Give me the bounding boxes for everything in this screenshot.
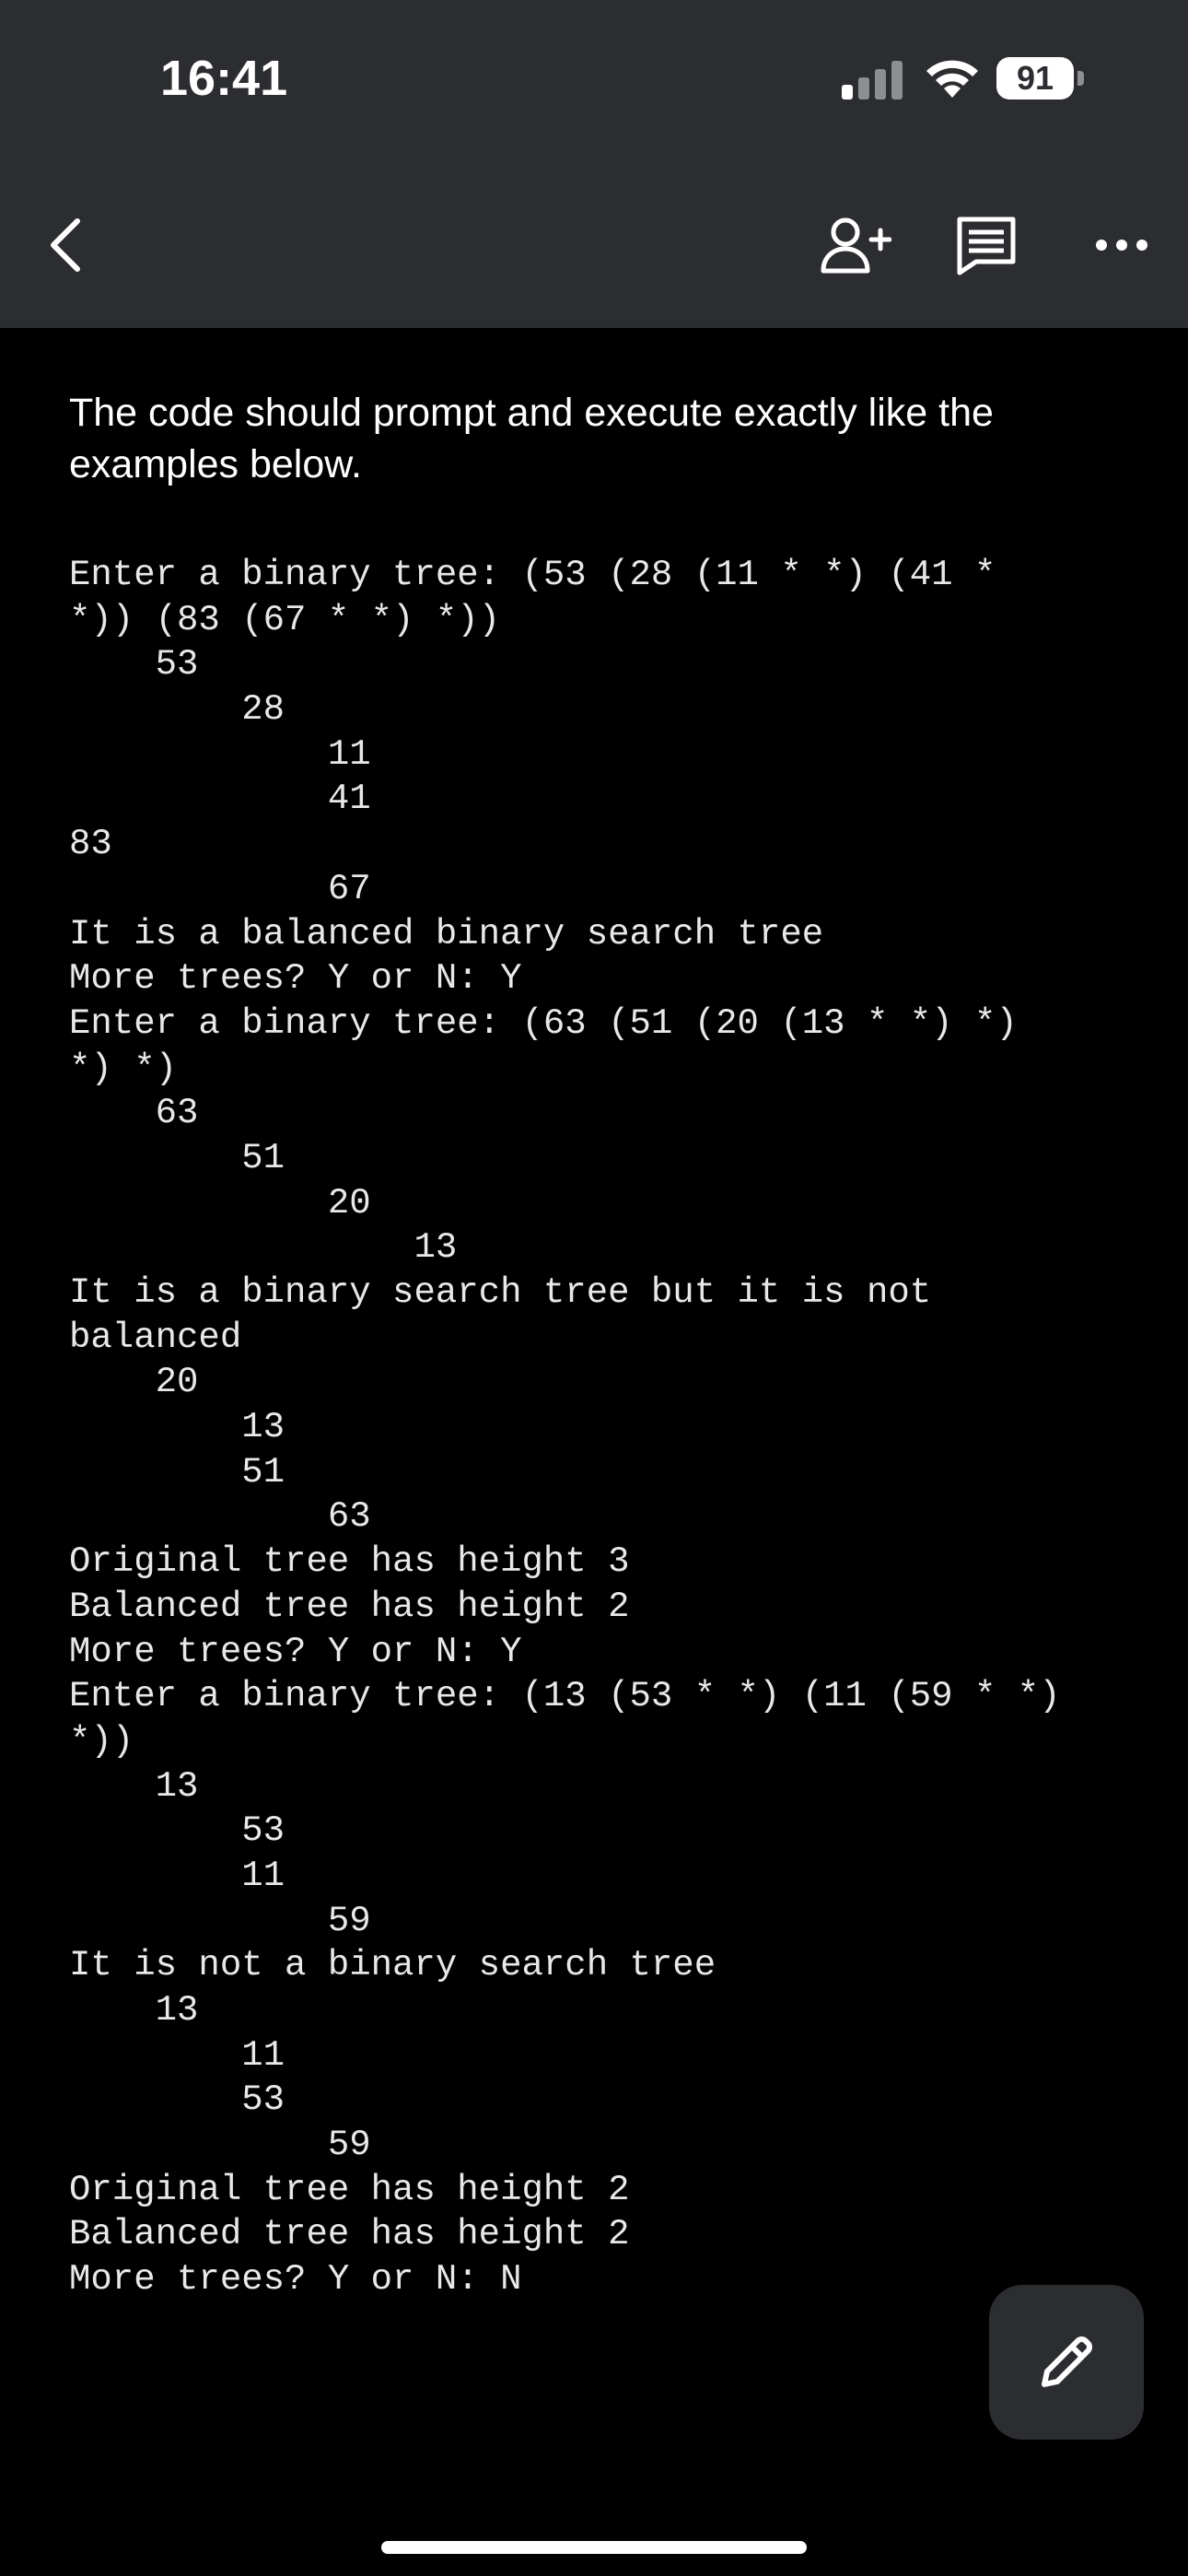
console-line: Enter a binary tree: (13 (53 * *) (11 (5… [69, 1676, 1061, 1717]
console-line: 20 [69, 1362, 199, 1403]
chevron-left-icon[interactable] [42, 216, 90, 275]
console-line: It is not a binary search tree [69, 1945, 716, 1986]
person-add-icon[interactable] [818, 214, 891, 276]
console-line: 63 [69, 1496, 371, 1538]
console-line: Original tree has height 2 [69, 2169, 630, 2210]
console-line: 13 [69, 1407, 285, 1448]
console-line: 13 [69, 1765, 199, 1807]
battery-level: 91 [996, 57, 1074, 100]
console-line: *)) [69, 1720, 134, 1762]
console-line: 13 [69, 1990, 199, 2031]
console-line: More trees? Y or N: Y [69, 1631, 522, 1672]
console-line: 51 [69, 1137, 285, 1178]
console-line: Balanced tree has height 2 [69, 2214, 630, 2255]
console-line: 11 [69, 733, 371, 775]
console-line: 59 [69, 1900, 371, 1941]
console-line: More trees? Y or N: Y [69, 958, 522, 1000]
console-line: 59 [69, 2125, 371, 2166]
pencil-edit-icon [1042, 2336, 1092, 2387]
console-line: Enter a binary tree: (53 (28 (11 * *) (4… [69, 555, 996, 595]
console-line: balanced [69, 1317, 242, 1358]
console-line: 83 [69, 824, 112, 865]
console-output: Enter a binary tree: (53 (28 (11 * *) (4… [69, 553, 1174, 2302]
battery-indicator: 91 [996, 57, 1085, 101]
console-line: 53 [69, 2079, 285, 2121]
console-line: Balanced tree has height 2 [69, 1586, 630, 1627]
battery-tip [1077, 71, 1084, 86]
console-line: It is a binary search tree but it is not [69, 1272, 932, 1313]
console-line: Enter a binary tree: (63 (51 (20 (13 * *… [69, 1002, 1018, 1044]
console-line: 28 [69, 689, 285, 731]
document-body: The code should prompt and execute exact… [69, 387, 1156, 490]
cellular-signal-icon [842, 61, 903, 100]
console-line: 53 [69, 1810, 285, 1852]
console-line: 67 [69, 868, 371, 909]
console-line: 41 [69, 779, 371, 820]
console-line: 53 [69, 644, 199, 685]
edit-button[interactable] [989, 2285, 1144, 2440]
more-horizontal-icon[interactable] [1094, 236, 1149, 254]
top-app-bar: 16:41 91 [0, 0, 1188, 328]
comment-icon[interactable] [954, 214, 1019, 276]
console-line: *)) (83 (67 * *) *)) [69, 599, 501, 640]
document-intro: The code should prompt and execute exact… [69, 391, 994, 486]
home-indicator [381, 2541, 807, 2554]
console-line: 63 [69, 1093, 199, 1134]
console-line: 11 [69, 2034, 285, 2076]
console-line: It is a balanced binary search tree [69, 913, 824, 954]
console-line: 13 [69, 1227, 458, 1269]
console-line: *) *) [69, 1048, 178, 1089]
wifi-icon [926, 60, 978, 98]
console-line: 51 [69, 1451, 285, 1493]
console-line: 11 [69, 1855, 285, 1896]
status-bar-time: 16:41 [160, 51, 288, 106]
console-line: Original tree has height 3 [69, 1541, 630, 1583]
console-line: 20 [69, 1182, 371, 1224]
